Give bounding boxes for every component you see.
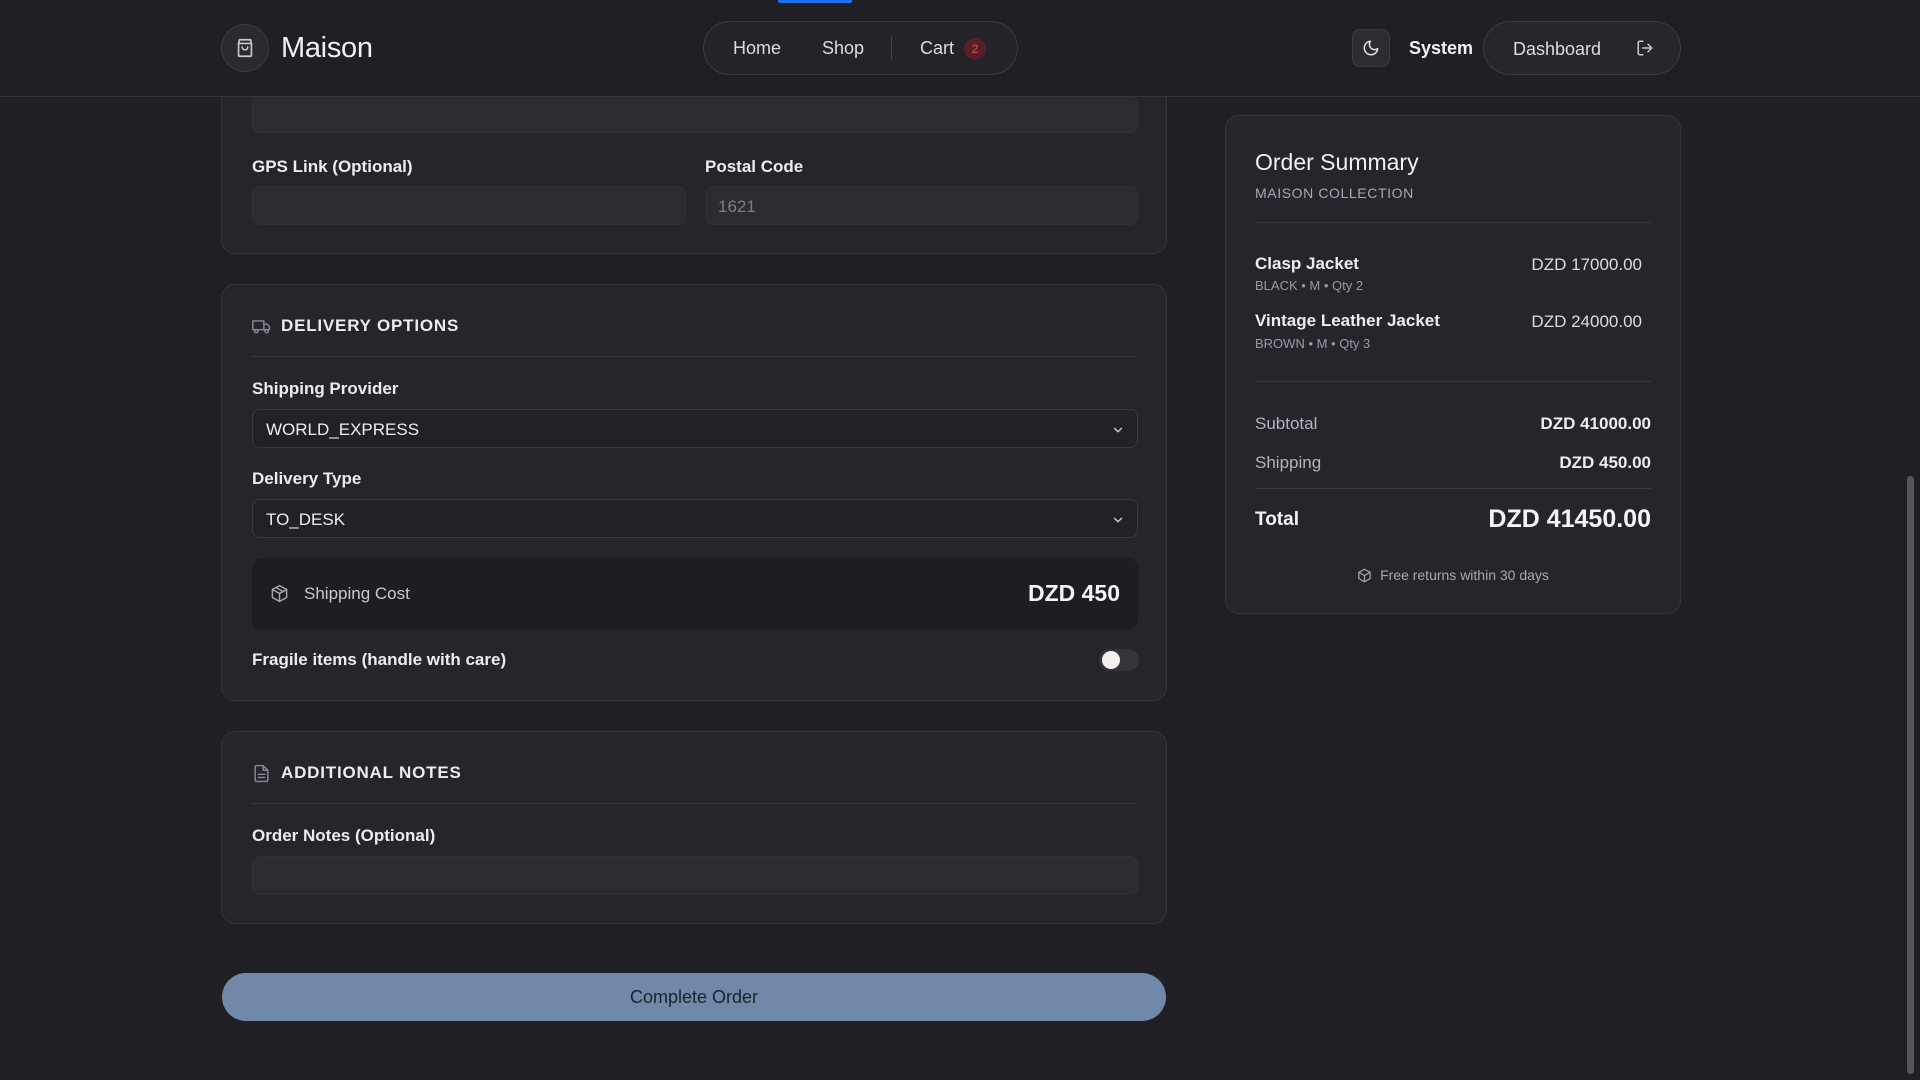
section-divider [252,803,1136,804]
theme-toggle-button[interactable] [1352,29,1390,67]
delivery-type-label: Delivery Type [252,469,362,488]
gps-link-input[interactable] [252,186,686,225]
additional-notes-header: ADDITIONAL NOTES [252,763,462,783]
shipping-value: DZD 450.00 [1559,453,1651,472]
line-item-name: Clasp Jacket [1255,254,1359,273]
package-icon [270,584,289,603]
order-notes-label: Order Notes (Optional) [252,826,436,845]
shipping-cost-label: Shipping Cost [304,584,410,603]
theme-label: System [1409,38,1474,58]
order-summary-subtitle: MAISON COLLECTION [1255,185,1414,201]
moon-icon [1362,39,1380,57]
delivery-type-select[interactable]: TO_DESK [252,499,1138,538]
delivery-type-value: TO_DESK [266,510,346,529]
section-divider [252,356,1136,357]
shipping-provider-label: Shipping Provider [252,379,399,398]
main-nav: Home Shop Cart 2 [703,21,1018,75]
top-navbar: Maison Home Shop Cart 2 System Dashboard [0,0,1920,97]
shipping-provider-select[interactable]: WORLD_EXPRESS [252,409,1138,448]
summary-divider [1255,222,1651,223]
subtotal-label: Subtotal [1255,414,1318,433]
postal-code-label: Postal Code [705,157,804,176]
file-text-icon [252,764,271,783]
summary-divider [1255,488,1651,489]
package-icon [1357,568,1372,583]
nav-divider [891,37,892,60]
chevron-down-icon [1111,423,1125,437]
shipping-label: Shipping [1255,453,1322,472]
additional-notes-card: ADDITIONAL NOTES Order Notes (Optional) [221,731,1167,924]
subtotal-value: DZD 41000.00 [1540,414,1651,433]
complete-order-button[interactable]: Complete Order [222,973,1166,1021]
order-summary-title: Order Summary [1255,149,1419,175]
shipping-cost-value: DZD 450 [1027,580,1120,606]
line-item-price: DZD 24000.00 [1531,312,1642,331]
address-input[interactable] [252,95,1138,133]
cart-count-badge: 2 [964,38,986,60]
toggle-knob [1102,651,1120,669]
free-returns-text: Free returns within 30 days [1380,567,1549,583]
summary-divider [1255,381,1651,382]
nav-shop-link[interactable]: Shop [822,38,864,59]
delivery-options-card: DELIVERY OPTIONS Shipping Provider WORLD… [221,284,1167,701]
line-item-name: Vintage Leather Jacket [1255,311,1440,330]
shopping-bag-icon [221,24,269,72]
total-value: DZD 41450.00 [1488,505,1651,533]
line-item-variant: BROWN • M • Qty 3 [1255,336,1371,351]
truck-icon [252,317,271,336]
logout-icon[interactable] [1636,39,1654,57]
total-label: Total [1255,509,1299,530]
line-item-variant: BLACK • M • Qty 2 [1255,278,1364,293]
dashboard-label: Dashboard [1513,39,1602,59]
gps-link-label: GPS Link (Optional) [252,157,413,176]
fragile-items-label: Fragile items (handle with care) [252,650,507,669]
free-returns-note: Free returns within 30 days [1226,567,1680,583]
order-notes-input[interactable] [252,856,1138,895]
line-item-price: DZD 17000.00 [1531,255,1642,274]
order-summary-card: Order Summary MAISON COLLECTION Clasp Ja… [1225,115,1681,614]
delivery-options-title: DELIVERY OPTIONS [281,316,460,335]
scrollbar-thumb[interactable] [1907,476,1914,1074]
postal-code-input[interactable]: 1621 [705,186,1138,225]
active-tab-indicator [778,0,852,3]
delivery-options-header: DELIVERY OPTIONS [252,316,459,336]
additional-notes-title: ADDITIONAL NOTES [281,763,462,782]
brand-name: Maison [281,31,373,64]
chevron-down-icon [1111,513,1125,527]
shipping-cost-box: Shipping Cost DZD 450 [252,558,1138,630]
nav-cart-link[interactable]: Cart [920,38,954,59]
nav-home-link[interactable]: Home [733,38,781,59]
shipping-provider-value: WORLD_EXPRESS [266,420,420,439]
dashboard-button[interactable]: Dashboard [1483,21,1681,75]
brand[interactable]: Maison [221,24,373,72]
fragile-items-toggle[interactable] [1099,649,1139,671]
